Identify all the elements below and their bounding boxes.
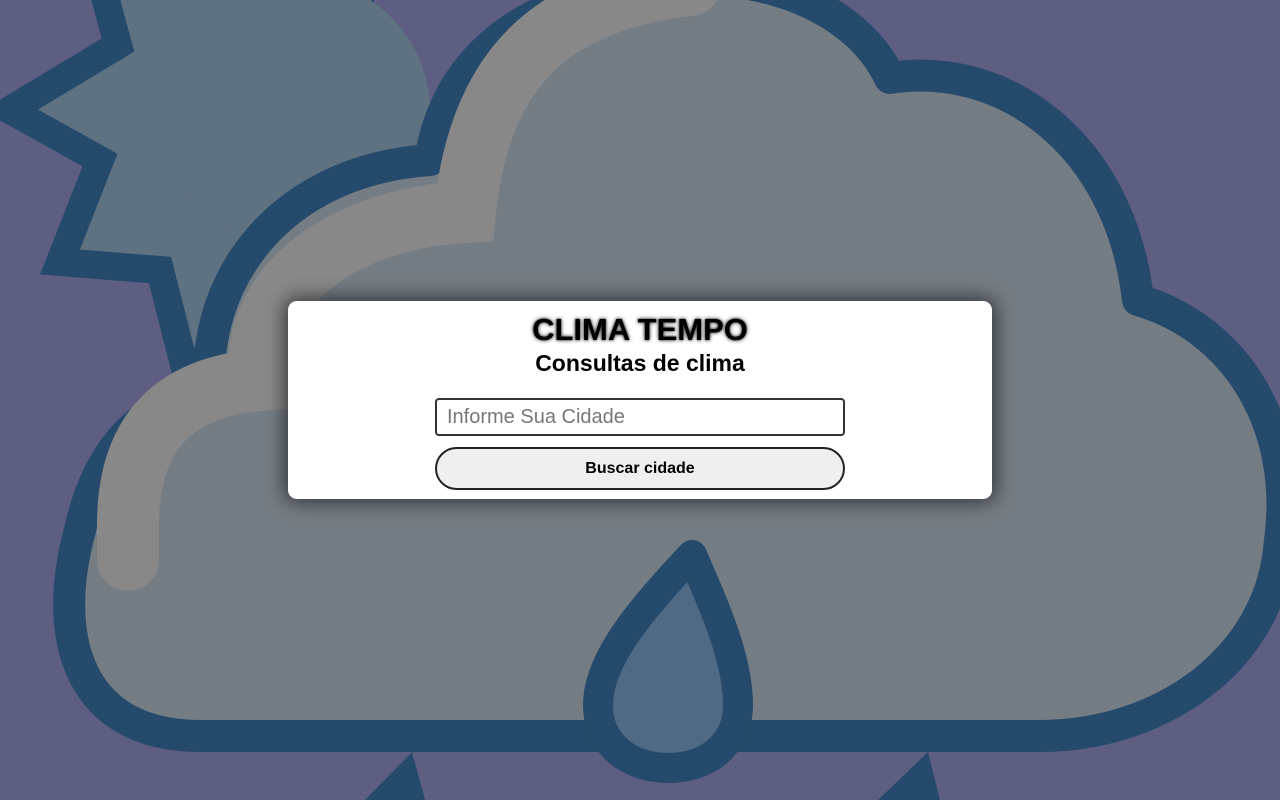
search-card: CLIMA TEMPO Consultas de clima Buscar ci… <box>288 301 992 499</box>
app-title: CLIMA TEMPO <box>532 312 748 347</box>
app-subtitle: Consultas de clima <box>535 350 745 376</box>
rain-drop-partial-right <box>878 752 940 800</box>
city-search-input[interactable] <box>435 398 845 436</box>
rain-drop-partial-left <box>365 752 425 800</box>
search-city-button[interactable]: Buscar cidade <box>435 447 845 490</box>
